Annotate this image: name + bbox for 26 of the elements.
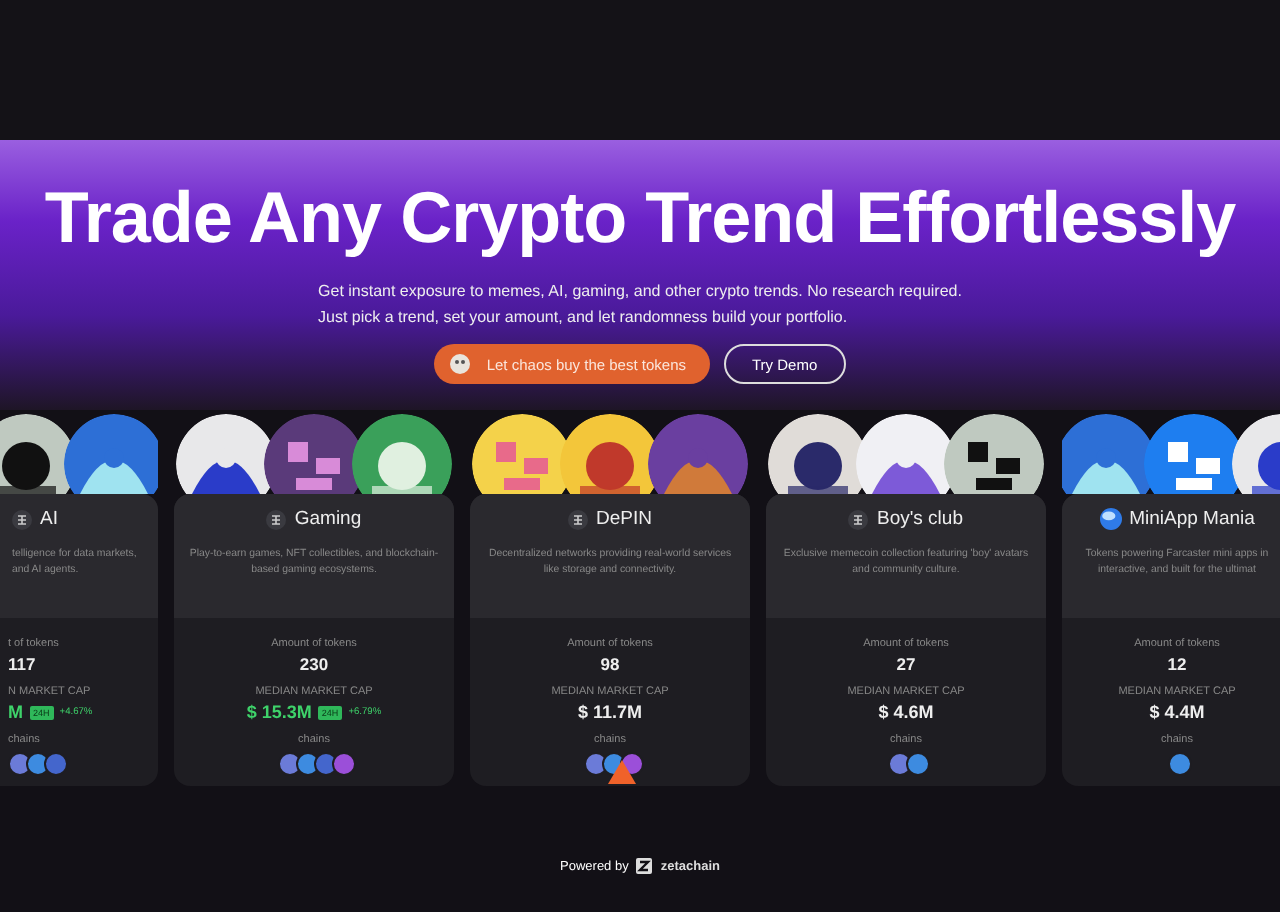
card-title: AI	[40, 508, 58, 530]
token-count: 117	[8, 654, 36, 674]
market-cap-value: $ 11.7M	[577, 702, 643, 722]
token-count: 230	[299, 654, 329, 674]
card-title: MiniApp Mania	[1129, 508, 1255, 530]
orb-icon	[1099, 508, 1122, 530]
card-title: Boy's club	[876, 508, 963, 530]
zetachain-logo-icon	[636, 858, 653, 874]
market-cap-value: M	[8, 702, 23, 722]
hero-title: Trade Any Crypto Trend Effortlessly	[44, 176, 1236, 260]
category-icon	[848, 509, 869, 529]
card-title: DePIN	[596, 508, 652, 530]
category-icon	[266, 509, 287, 529]
hero-subtitle: Just pick a trend, set your amount, and let randomness build your portfolio.	[318, 306, 850, 330]
token-count: 12	[1167, 654, 1187, 674]
face-icon	[450, 354, 471, 374]
category-icon	[12, 509, 32, 529]
token-count: 98	[600, 654, 620, 674]
hero-subtitle: Get instant exposure to memes, AI, gaming, and other crypto trends. No research required.	[318, 280, 962, 304]
market-cap-value: $ 4.4M	[1149, 702, 1205, 722]
card-title: Gaming	[294, 508, 362, 530]
category-icon	[568, 509, 588, 529]
market-cap-value: $ 15.3M	[246, 702, 312, 722]
market-cap-value: $ 4.6M	[878, 702, 934, 722]
token-count: 27	[896, 654, 916, 674]
triangle-icon	[608, 760, 636, 784]
